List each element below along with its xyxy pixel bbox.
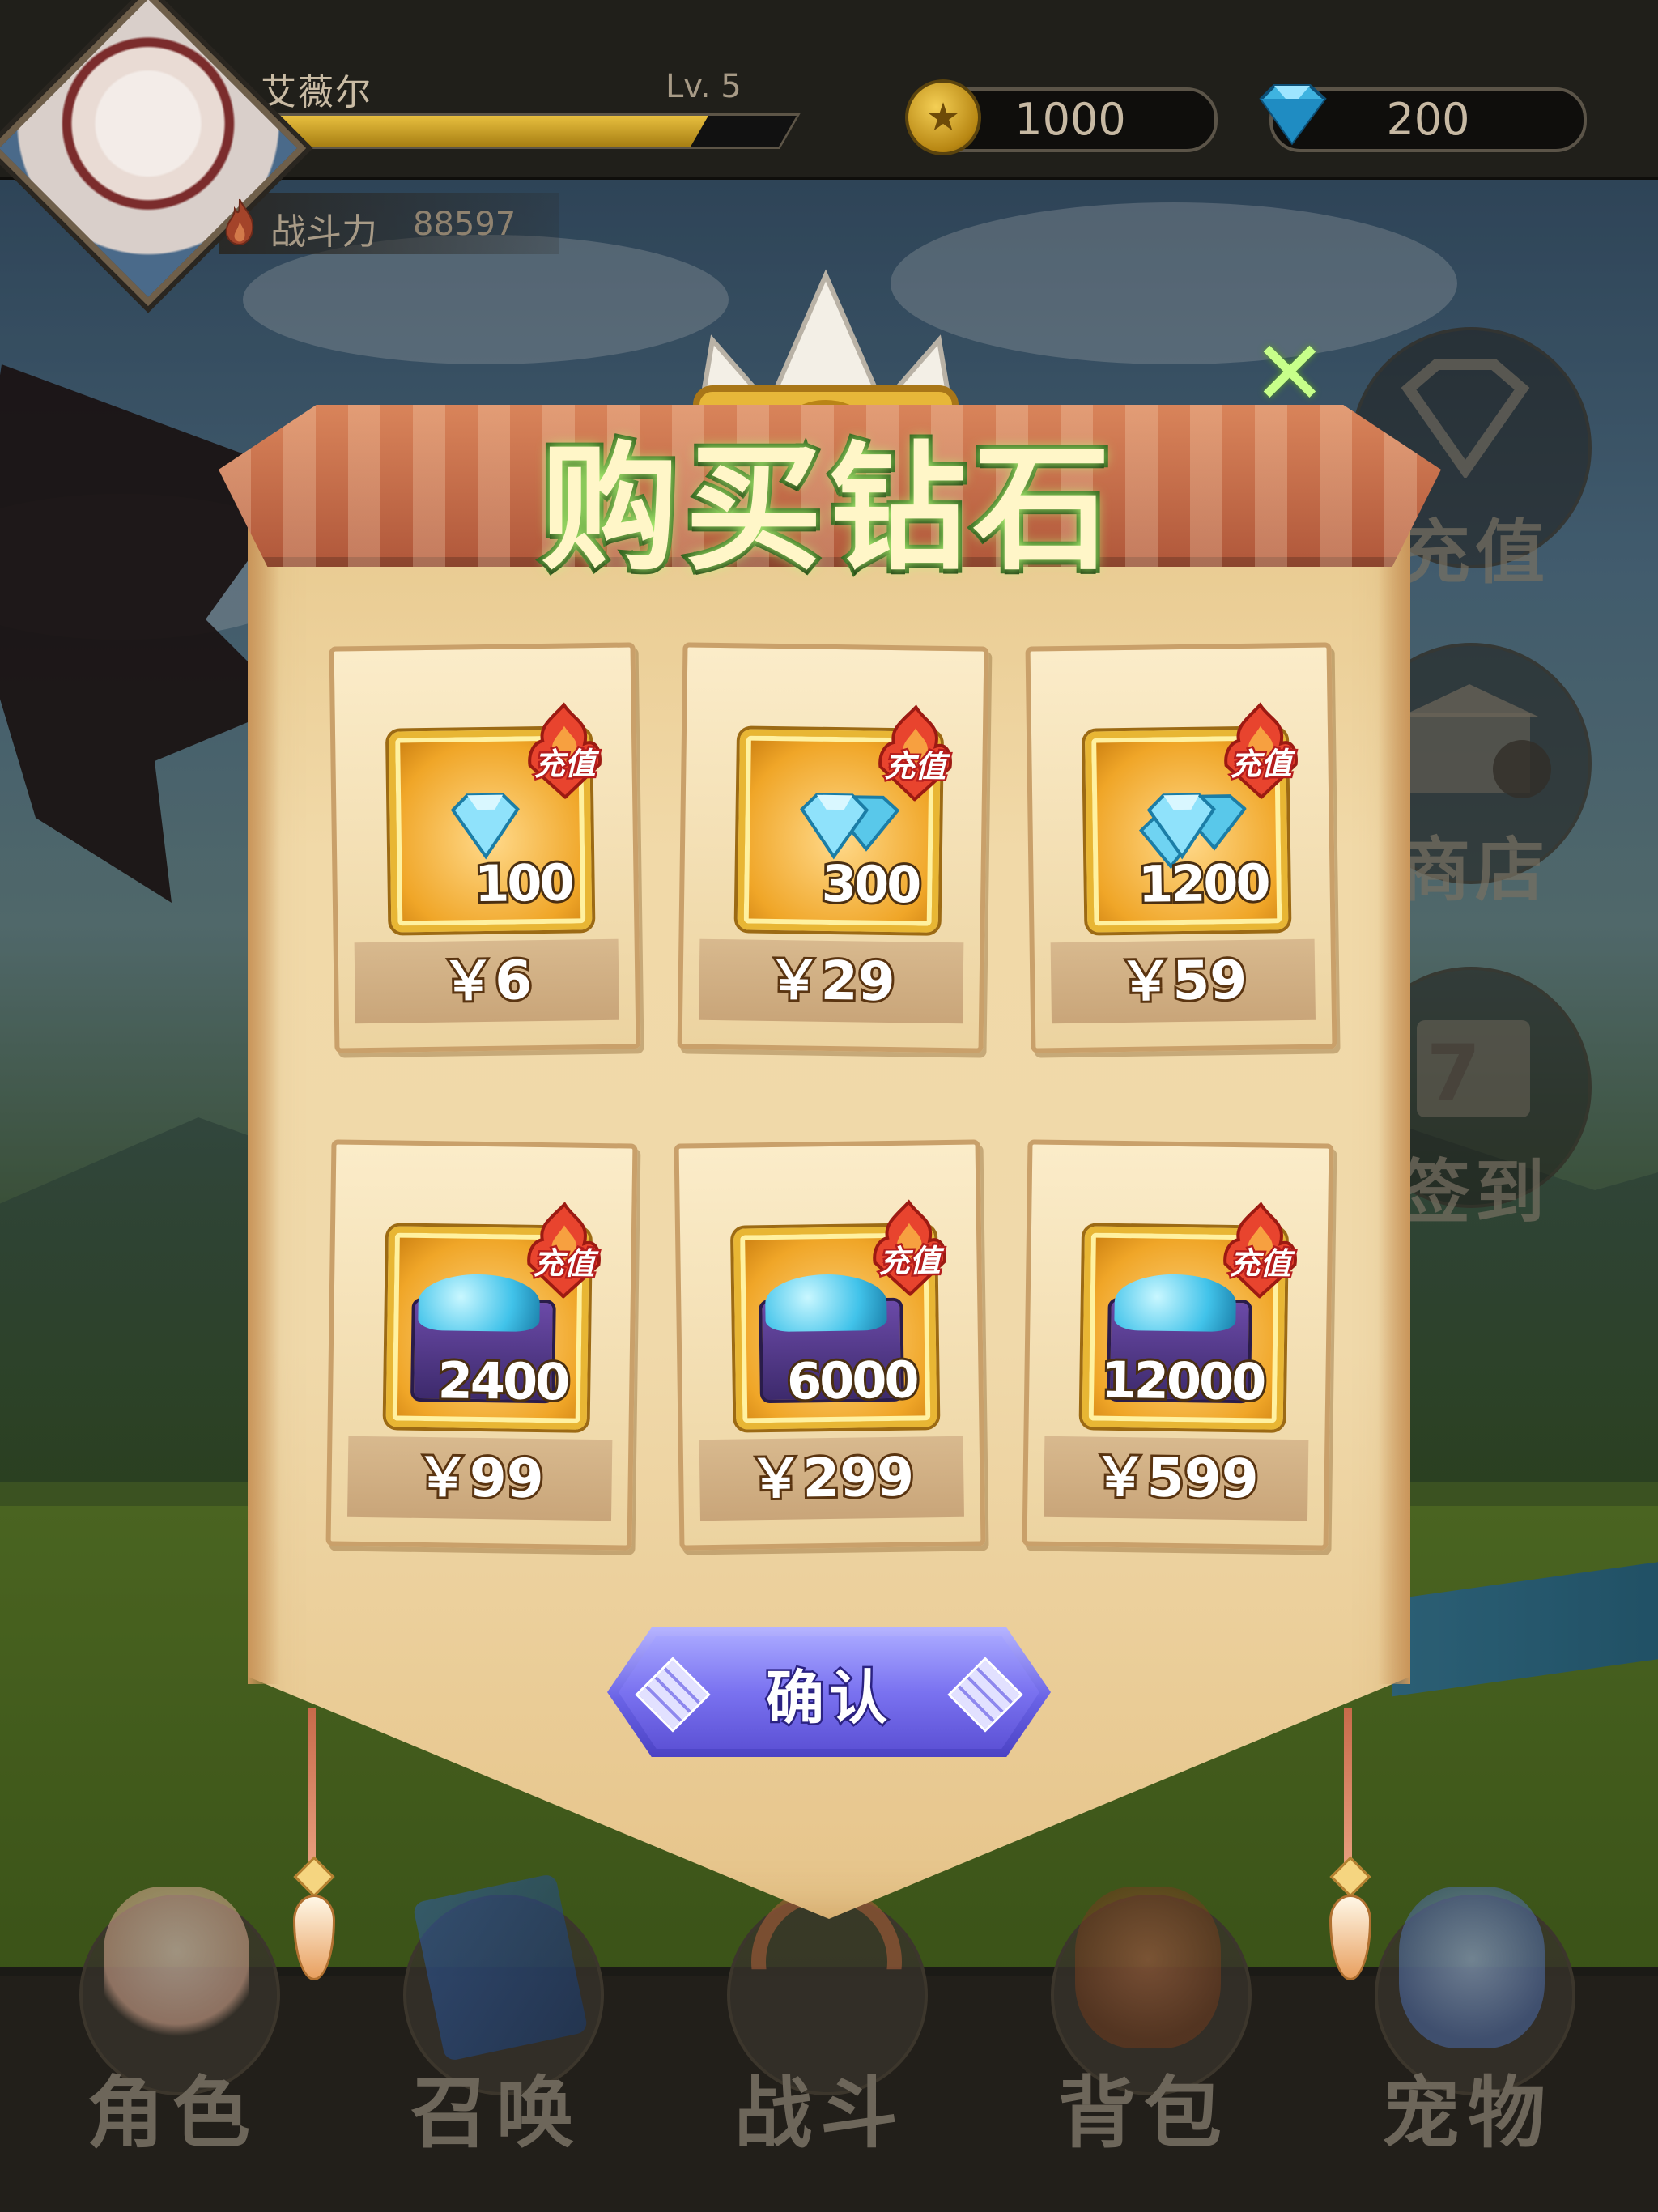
pack-price: ￥59 — [1116, 946, 1250, 1015]
nav-label: 角色 — [87, 2068, 258, 2159]
hot-badge-label: 充值 — [1228, 744, 1295, 785]
confirm-label: 确认 — [763, 1661, 892, 1733]
pack-amount: 1200 — [1136, 851, 1272, 917]
power-label: 战斗力 — [270, 211, 377, 253]
pack-amount: 100 — [472, 851, 575, 917]
shop-icon — [1401, 684, 1551, 798]
checkin-day: 7 — [1426, 1028, 1481, 1119]
pack-price: ￥29 — [764, 946, 898, 1015]
coin-icon: ★ — [905, 79, 981, 155]
pack-amount: 12000 — [1099, 1348, 1267, 1414]
player-level: Lv. 5 — [665, 68, 742, 105]
diamond-pack-card[interactable]: 100 充值 ￥6 — [329, 642, 641, 1053]
pack-amount: 300 — [818, 852, 921, 917]
diamond-pack-card[interactable]: 300 充值 ￥29 — [677, 642, 989, 1053]
nav-label: 宠物 — [1382, 2068, 1554, 2159]
character-icon — [104, 1887, 249, 2048]
checkin-side-label: 签到 — [1401, 1152, 1550, 1233]
nav-label: 背包 — [1058, 2068, 1230, 2159]
nav-backpack[interactable]: 背包 — [1018, 1870, 1269, 2159]
hot-badge-label: 充值 — [531, 1243, 597, 1283]
nav-label: 召唤 — [410, 2068, 582, 2159]
backpack-icon — [1075, 1887, 1221, 2048]
nav-character[interactable]: 角色 — [47, 1870, 298, 2159]
flame-icon — [225, 198, 254, 246]
pack-price: ￥299 — [746, 1444, 917, 1513]
nav-summon[interactable]: 召唤 — [371, 1870, 622, 2159]
player-name: 艾薇尔 — [261, 72, 372, 113]
xp-bar-fill — [261, 116, 709, 147]
diamond-pack-card[interactable]: 12000 充值 ￥599 — [1022, 1139, 1334, 1551]
pack-price: ￥599 — [1090, 1444, 1261, 1513]
nav-pet[interactable]: 宠物 — [1342, 1870, 1593, 2159]
hot-badge-label: 充值 — [532, 744, 598, 785]
pack-amount: 2400 — [435, 1348, 571, 1414]
diamond-pack-card[interactable]: 6000 充值 ￥299 — [674, 1139, 986, 1551]
nav-label: 战斗 — [734, 2068, 906, 2159]
dialog-title: 购买钻石 — [537, 425, 1117, 593]
hot-badge-label: 充值 — [877, 1241, 943, 1282]
close-icon: ✕ — [1252, 321, 1328, 425]
diamond-pack-card[interactable]: 1200 充值 ￥59 — [1025, 642, 1337, 1053]
pack-price: ￥6 — [439, 946, 535, 1015]
close-button[interactable]: ✕ — [1252, 329, 1327, 418]
shop-side-label: 商店 — [1401, 830, 1550, 911]
hot-badge-label: 充值 — [882, 746, 949, 786]
pack-price: ￥99 — [413, 1444, 546, 1512]
diamond-pack-card[interactable]: 2400 充值 ￥99 — [325, 1139, 638, 1551]
pack-amount: 6000 — [784, 1348, 920, 1414]
pet-owl-icon — [1399, 1887, 1545, 2048]
power-value: 88597 — [413, 206, 517, 243]
gem-icon — [1259, 84, 1327, 146]
xp-bar — [257, 113, 801, 149]
confirm-button[interactable]: 确认 — [607, 1627, 1051, 1757]
hot-badge-label: 充值 — [1227, 1243, 1294, 1283]
